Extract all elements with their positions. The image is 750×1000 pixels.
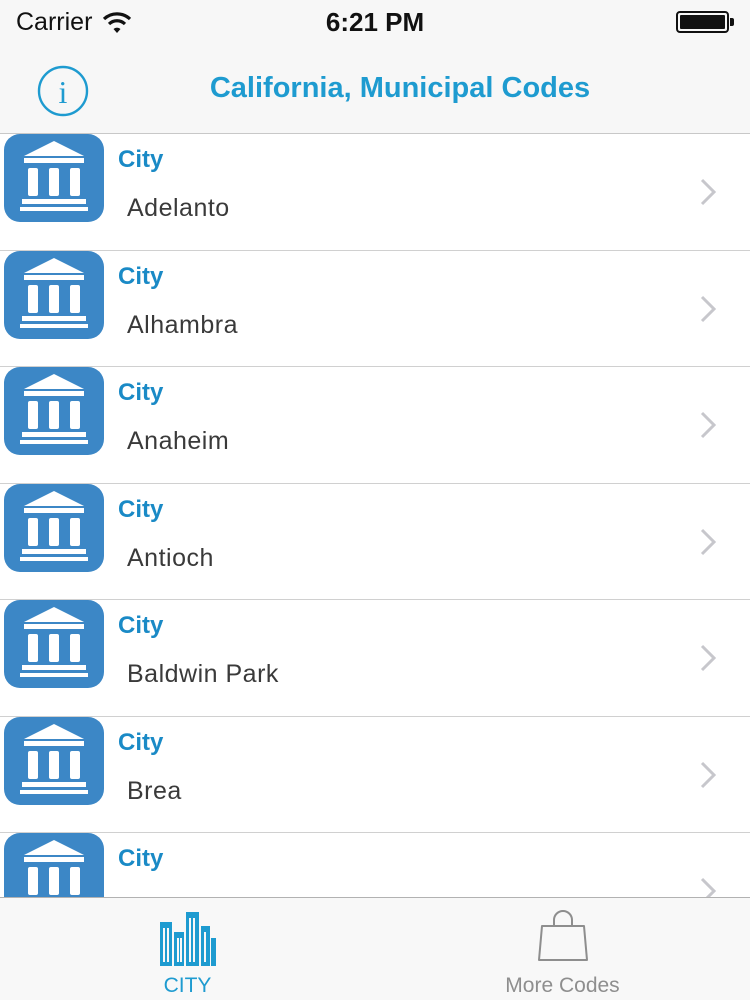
government-building-icon [4, 483, 104, 572]
chevron-right-icon [700, 644, 716, 672]
list-item[interactable]: City Baldwin Park [0, 600, 750, 717]
row-city-name: Anaheim [127, 427, 230, 455]
page-title: California, Municipal Codes [209, 72, 591, 104]
chevron-right-icon [700, 761, 716, 788]
status-bar: Carrier 6:21 PM [0, 0, 750, 44]
tab-city[interactable]: CITY [0, 898, 375, 1000]
tab-more-codes-label: More Codes [505, 974, 620, 997]
list-item[interactable]: City Anaheim [0, 367, 750, 484]
chevron-right-icon [700, 411, 716, 439]
tab-more-codes[interactable]: More Codes [375, 898, 750, 1000]
chevron-right-icon [700, 295, 716, 322]
row-city-name: Adelanto [127, 194, 230, 222]
tab-city-label: CITY [163, 974, 212, 997]
government-building-icon [4, 134, 104, 222]
list-item[interactable]: City [0, 833, 750, 897]
chevron-right-icon [700, 178, 716, 206]
government-building-icon [4, 250, 104, 339]
city-buildings-icon [159, 912, 216, 966]
row-type-label: City [118, 146, 164, 173]
battery-icon [676, 11, 734, 33]
row-type-label: City [118, 379, 164, 406]
row-city-name: Brea [127, 776, 182, 805]
list-item[interactable]: City Adelanto [0, 134, 750, 251]
row-city-name: Baldwin Park [127, 660, 279, 688]
list-item[interactable]: City Alhambra [0, 250, 750, 367]
row-type-label: City [118, 845, 164, 872]
list-item[interactable]: City Antioch [0, 483, 750, 600]
row-type-label: City [118, 262, 164, 290]
city-list[interactable]: City Adelanto City Alhambra City Anaheim [0, 134, 750, 897]
navigation-bar: i California, Municipal Codes [0, 44, 750, 134]
tab-bar: CITY More Codes [0, 897, 750, 1000]
row-type-label: City [118, 728, 164, 756]
row-type-label: City [118, 495, 164, 523]
government-building-icon [4, 833, 104, 897]
list-item[interactable]: City Brea [0, 716, 750, 833]
chevron-right-icon [700, 528, 716, 555]
shopping-bag-icon [537, 910, 588, 961]
chevron-right-icon [700, 877, 716, 897]
government-building-icon [4, 600, 104, 688]
row-city-name: Antioch [127, 543, 214, 572]
government-building-icon [4, 716, 104, 805]
government-building-icon [4, 367, 104, 455]
row-city-name: Alhambra [127, 310, 238, 339]
row-type-label: City [118, 612, 164, 639]
status-time: 6:21 PM [325, 7, 425, 37]
